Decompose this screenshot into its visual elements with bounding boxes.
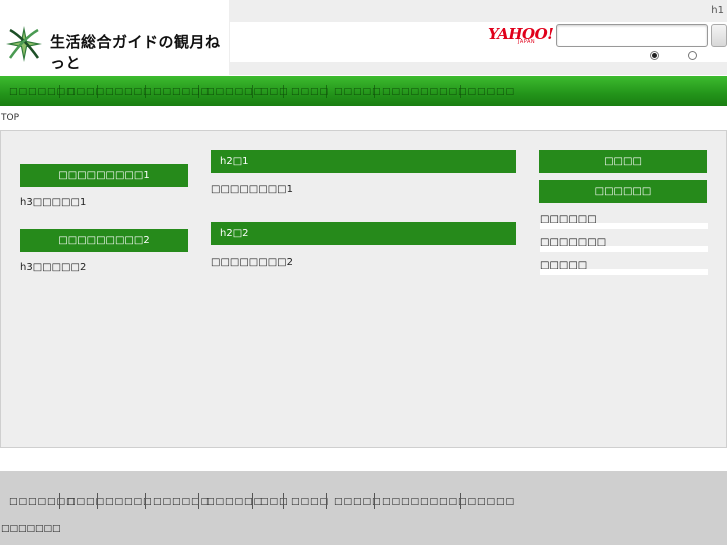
footer-nav-item-4[interactable]: □□□□□□ — [153, 497, 210, 507]
footer-nav-item-9[interactable]: □□□□□□□□□□□□□□ — [382, 497, 515, 507]
side-link-divider — [540, 269, 708, 275]
nav-item-2[interactable]: □□□□ — [67, 87, 105, 97]
side-link-divider — [540, 223, 708, 229]
nav-divider — [252, 85, 253, 98]
copyright: □□□□□□□ — [1, 524, 61, 534]
footer-nav-item-1[interactable]: □□□□□□□ — [9, 497, 76, 507]
nav-divider — [460, 85, 461, 98]
footer-nav-divider — [460, 493, 461, 509]
nav-item-9[interactable]: □□□□□□□□□□□□□□ — [382, 87, 515, 97]
right-heading-1: □□□□ — [539, 150, 707, 173]
footer-nav-divider — [283, 493, 284, 509]
side-link-divider — [540, 246, 708, 252]
footer-nav-divider — [252, 493, 253, 509]
nav-divider — [326, 85, 327, 98]
footer-nav-item-7[interactable]: □□□□ — [291, 497, 329, 507]
site-logo[interactable]: 生活総合ガイドの観月ねっと — [0, 0, 230, 75]
left-heading-1: □□□□□□□□□1 — [20, 164, 188, 187]
breadcrumb[interactable]: TOP — [1, 113, 19, 123]
logo-mark-icon — [6, 26, 42, 62]
nav-divider — [145, 85, 146, 98]
search-scope-radio-site[interactable] — [688, 51, 697, 60]
nav-item-1[interactable]: □□□□□□□ — [9, 87, 76, 97]
footer-nav-divider — [198, 493, 199, 509]
footer-nav-item-2[interactable]: □□□□ — [67, 497, 105, 507]
nav-item-4[interactable]: □□□□□□ — [153, 87, 210, 97]
nav-item-5[interactable]: □□□□□□ — [206, 87, 263, 97]
footer-nav-divider — [97, 493, 98, 509]
search-scope-radio-web[interactable] — [650, 51, 659, 60]
search-button[interactable] — [711, 24, 727, 47]
nav-divider — [374, 85, 375, 98]
center-item-1[interactable]: □□□□□□□□1 — [211, 184, 293, 195]
h1-label: h1 — [711, 5, 724, 16]
left-item-1[interactable]: h3□□□□□1 — [20, 197, 86, 208]
left-heading-2: □□□□□□□□□2 — [20, 229, 188, 252]
center-heading-2: h2□2 — [211, 222, 516, 245]
nav-divider — [97, 85, 98, 98]
site-title: 生活総合ガイドの観月ねっと — [50, 33, 221, 72]
nav-divider — [198, 85, 199, 98]
left-item-2[interactable]: h3□□□□□2 — [20, 262, 86, 273]
nav-divider — [283, 85, 284, 98]
yahoo-brand-sub: JAPAN — [518, 39, 536, 45]
footer-nav-item-5[interactable]: □□□□□□ — [206, 497, 263, 507]
footer-nav-divider — [374, 493, 375, 509]
footer-spacer — [0, 448, 727, 471]
nav-item-6[interactable]: □□□ — [260, 87, 289, 97]
yahoo-logo: YAHOO! JAPAN — [488, 25, 554, 47]
footer-nav-item-6[interactable]: □□□ — [260, 497, 289, 507]
center-heading-1: h2□1 — [211, 150, 516, 173]
global-nav: □□□□□□□ □□□□ □□□□□ □□□□□□ □□□□□□ □□□ □□□… — [0, 76, 727, 106]
footer-nav-divider — [59, 493, 60, 509]
header-bottom-strip — [230, 62, 727, 75]
search-input[interactable] — [556, 24, 708, 47]
header-top-strip — [230, 0, 727, 22]
footer-nav-divider — [145, 493, 146, 509]
nav-divider — [59, 85, 60, 98]
center-item-2[interactable]: □□□□□□□□2 — [211, 257, 293, 268]
main-content: □□□□□□□□□1 h3□□□□□1 □□□□□□□□□2 h3□□□□□2 … — [0, 130, 727, 448]
right-heading-2: □□□□□□ — [539, 180, 707, 203]
nav-item-7[interactable]: □□□□ — [291, 87, 329, 97]
site-header: 生活総合ガイドの観月ねっと h1 YAHOO! JAPAN — [0, 0, 727, 75]
site-footer: □□□□□□□ □□□□ □□□□□ □□□□□□ □□□□□□ □□□ □□□… — [0, 471, 727, 545]
footer-nav-divider — [326, 493, 327, 509]
